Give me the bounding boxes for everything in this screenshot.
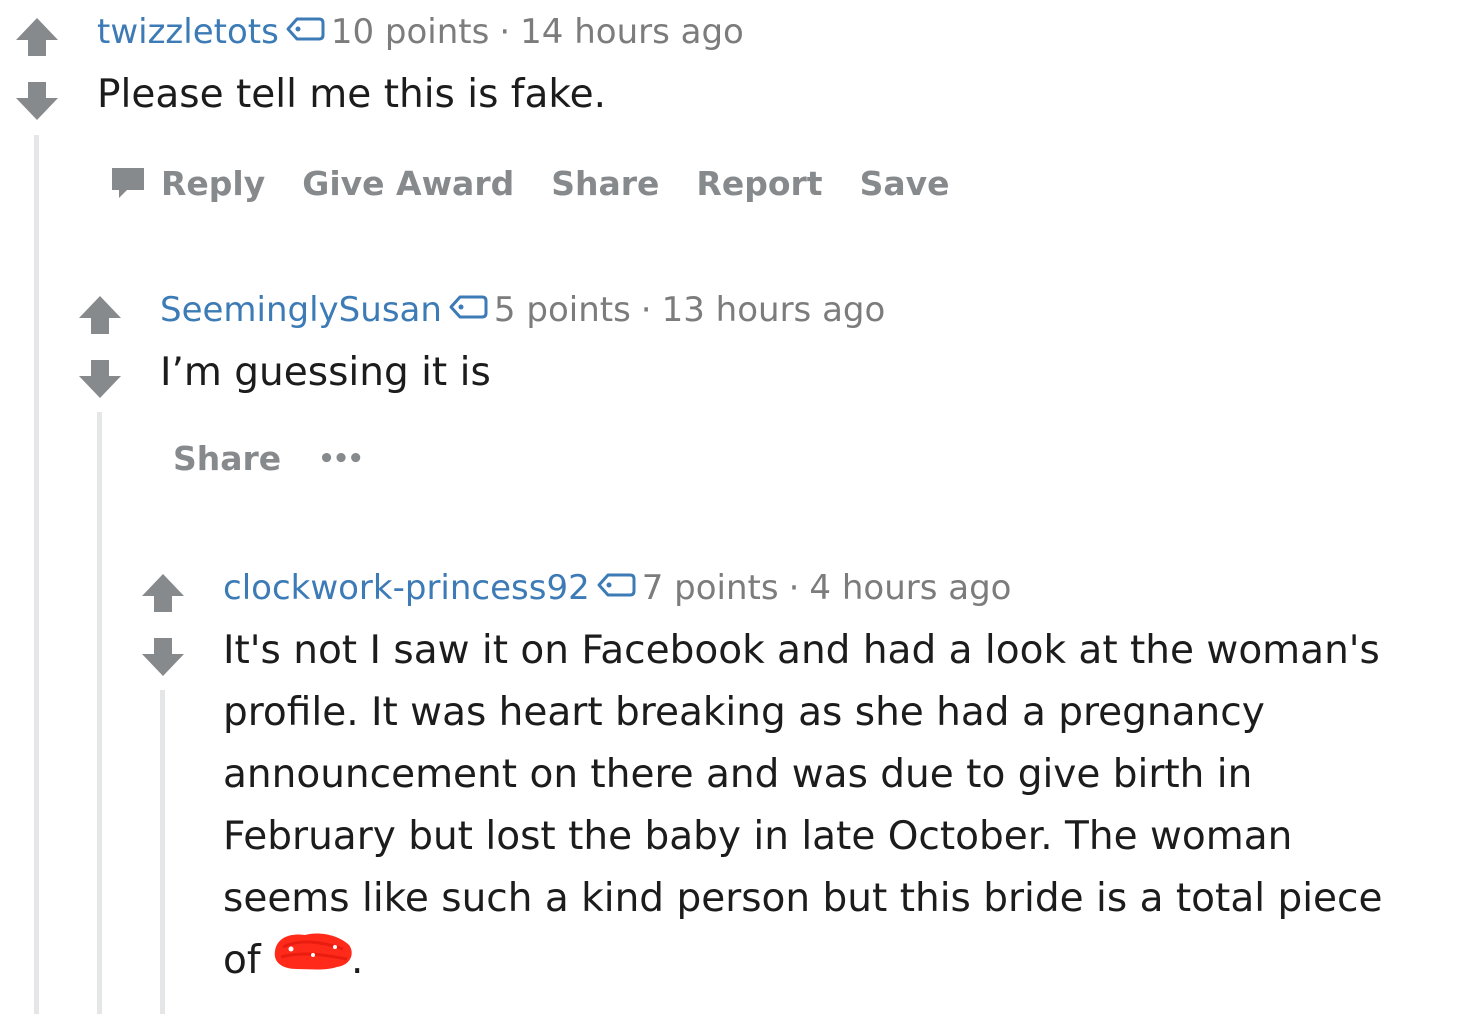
body-line: profile. It was heart breaking as she ha… bbox=[223, 690, 1265, 735]
share-button[interactable]: Share bbox=[551, 164, 659, 203]
author-link[interactable]: clockwork-princess92 bbox=[223, 568, 590, 608]
comment-body: I’m guessing it is bbox=[160, 350, 491, 395]
body-line: It's not I saw it on Facebook and had a … bbox=[223, 628, 1380, 673]
separator: · bbox=[640, 290, 652, 330]
arrow-up-icon bbox=[142, 574, 184, 612]
separator: · bbox=[499, 12, 511, 52]
timestamp[interactable]: 13 hours ago bbox=[662, 290, 886, 330]
timestamp[interactable]: 14 hours ago bbox=[520, 12, 744, 52]
body-line: February but lost the baby in late Octob… bbox=[223, 814, 1293, 859]
body-text-prefix: of bbox=[223, 938, 273, 983]
points: 5 points bbox=[493, 290, 631, 330]
arrow-up-icon bbox=[16, 18, 58, 56]
points: 7 points bbox=[641, 568, 779, 608]
more-options-button[interactable]: ••• bbox=[318, 444, 364, 474]
comment-meta: SeeminglySusan 5 points · 13 hours ago bbox=[160, 290, 885, 332]
arrow-down-icon bbox=[79, 360, 121, 398]
speech-bubble-icon bbox=[109, 165, 147, 209]
tag-icon bbox=[448, 289, 488, 329]
body-line-last: of . bbox=[223, 930, 1453, 992]
timestamp[interactable]: 4 hours ago bbox=[809, 568, 1011, 608]
save-button[interactable]: Save bbox=[860, 164, 950, 203]
body-line: seems like such a kind person but this b… bbox=[223, 876, 1383, 921]
arrow-down-icon bbox=[142, 638, 184, 676]
upvote-button[interactable] bbox=[14, 16, 60, 62]
thread-line-level-3[interactable] bbox=[160, 690, 165, 1014]
comment-body: It's not I saw it on Facebook and had a … bbox=[223, 620, 1453, 992]
comment-meta: twizzletots 10 points · 14 hours ago bbox=[97, 12, 744, 54]
upvote-button[interactable] bbox=[77, 294, 123, 340]
give-award-button[interactable]: Give Award bbox=[302, 164, 514, 203]
author-link[interactable]: SeeminglySusan bbox=[160, 290, 442, 330]
share-button[interactable]: Share bbox=[173, 439, 281, 478]
comment-actions: Reply Give Award Share Report Save bbox=[109, 161, 987, 205]
censor-scribble bbox=[273, 933, 352, 973]
comment-actions: Share ••• bbox=[173, 439, 399, 478]
comment-body: Please tell me this is fake. bbox=[97, 72, 607, 117]
downvote-button[interactable] bbox=[77, 354, 123, 400]
arrow-down-icon bbox=[16, 82, 58, 120]
downvote-button[interactable] bbox=[140, 632, 186, 678]
upvote-button[interactable] bbox=[140, 572, 186, 618]
points: 10 points bbox=[330, 12, 490, 52]
tag-icon bbox=[596, 567, 636, 607]
separator: · bbox=[788, 568, 800, 608]
author-link[interactable]: twizzletots bbox=[97, 12, 279, 52]
comment-meta: clockwork-princess92 7 points · 4 hours ago bbox=[223, 568, 1011, 610]
report-button[interactable]: Report bbox=[696, 164, 822, 203]
thread-line-level-1[interactable] bbox=[34, 135, 39, 1014]
tag-icon bbox=[285, 11, 325, 51]
thread-line-level-2[interactable] bbox=[97, 412, 102, 1014]
reply-button[interactable]: Reply bbox=[161, 164, 265, 203]
body-line: announcement on there and was due to giv… bbox=[223, 752, 1253, 797]
downvote-button[interactable] bbox=[14, 76, 60, 122]
arrow-up-icon bbox=[79, 296, 121, 334]
